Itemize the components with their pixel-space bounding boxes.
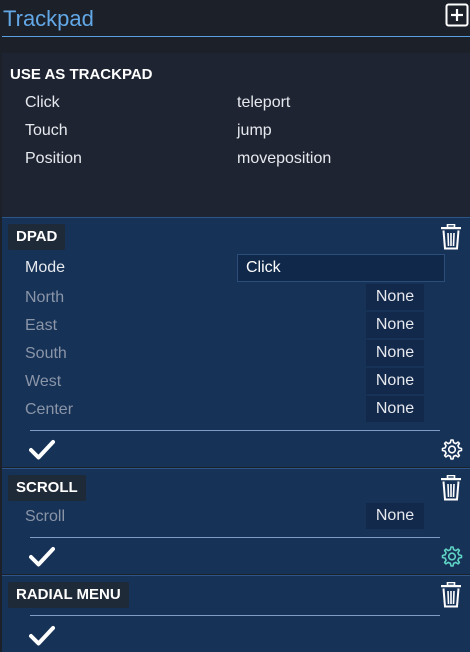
trackpad-section-title: USE AS TRACKPAD bbox=[10, 66, 153, 83]
dpad-north-binding[interactable]: None bbox=[366, 284, 424, 310]
header-divider bbox=[2, 36, 470, 37]
dpad-confirm-button[interactable] bbox=[29, 439, 55, 466]
trackpad-row-label: Click bbox=[25, 94, 60, 111]
dpad-west-binding[interactable]: None bbox=[366, 368, 424, 394]
dpad-divider bbox=[30, 430, 440, 431]
delete-radial-menu-button[interactable] bbox=[440, 581, 462, 613]
trackpad-row-value[interactable]: jump bbox=[237, 122, 272, 140]
dpad-row-label: South bbox=[25, 345, 67, 362]
dpad-row-label: West bbox=[25, 373, 62, 390]
scroll-settings-button[interactable] bbox=[439, 545, 463, 574]
checkmark-icon bbox=[29, 626, 55, 646]
trackpad-row-value[interactable]: teleport bbox=[237, 94, 290, 112]
dpad-row-label: East bbox=[25, 317, 58, 334]
radial-menu-divider bbox=[30, 615, 440, 616]
radial-menu-confirm-button[interactable] bbox=[29, 625, 55, 652]
scroll-row-label: Scroll bbox=[25, 508, 66, 525]
dpad-center-binding[interactable]: None bbox=[366, 396, 424, 422]
dpad-title: DPAD bbox=[8, 224, 66, 250]
trash-icon bbox=[441, 223, 461, 250]
dpad-east-binding[interactable]: None bbox=[366, 312, 424, 338]
scroll-divider bbox=[30, 537, 440, 538]
trackpad-row-label: Position bbox=[25, 150, 82, 167]
trash-icon bbox=[441, 474, 461, 501]
gear-icon bbox=[441, 439, 463, 460]
group-divider bbox=[2, 575, 470, 576]
radial-menu-title: RADIAL MENU bbox=[8, 582, 129, 608]
page-title: Trackpad bbox=[3, 6, 94, 31]
mode-select[interactable]: Click bbox=[237, 254, 445, 282]
gear-icon bbox=[441, 546, 463, 567]
checkmark-icon bbox=[29, 547, 55, 567]
scroll-title: SCROLL bbox=[8, 475, 86, 501]
scroll-confirm-button[interactable] bbox=[29, 546, 55, 573]
dpad-south-binding[interactable]: None bbox=[366, 340, 424, 366]
trackpad-row-label: Touch bbox=[25, 122, 68, 139]
checkmark-icon bbox=[29, 440, 55, 460]
mode-label: Mode bbox=[25, 259, 66, 276]
dpad-row-label: Center bbox=[25, 401, 74, 418]
scroll-binding[interactable]: None bbox=[366, 503, 424, 529]
dpad-settings-button[interactable] bbox=[439, 438, 463, 467]
dpad-row-label: North bbox=[25, 289, 65, 306]
delete-scroll-button[interactable] bbox=[440, 474, 462, 506]
plus-square-icon bbox=[445, 3, 469, 27]
group-divider bbox=[2, 217, 470, 218]
trash-icon bbox=[441, 581, 461, 608]
add-button[interactable] bbox=[445, 3, 469, 27]
group-divider bbox=[2, 468, 470, 469]
delete-dpad-button[interactable] bbox=[440, 223, 462, 255]
trackpad-row-value[interactable]: moveposition bbox=[237, 150, 331, 168]
